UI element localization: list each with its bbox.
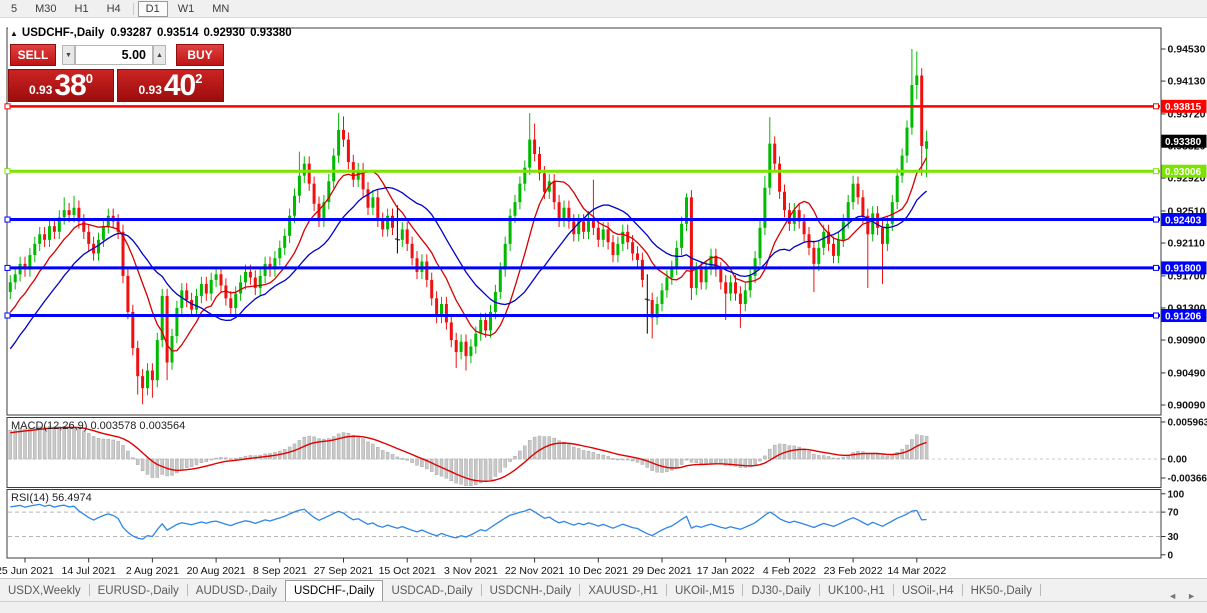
timeframe-m5[interactable]: 5 xyxy=(3,1,25,17)
chart-tab-bar: USDX,Weekly EURUSD-,Daily AUDUSD-,Daily … xyxy=(0,578,1207,601)
order-controls: SELL ▼ ▲ BUY xyxy=(8,43,226,67)
trade-panel: ▲ USDCHF-,Daily 0.93287 0.93514 0.92930 … xyxy=(8,25,292,102)
svg-text:20 Aug 2021: 20 Aug 2021 xyxy=(187,565,246,577)
svg-text:29 Dec 2021: 29 Dec 2021 xyxy=(632,565,692,577)
svg-text:30: 30 xyxy=(1168,532,1180,543)
svg-text:0.92110: 0.92110 xyxy=(1168,238,1206,250)
volume-increase-button[interactable]: ▲ xyxy=(153,45,166,65)
svg-text:4 Feb 2022: 4 Feb 2022 xyxy=(763,565,816,577)
tab-audusd-daily[interactable]: AUDUSD-,Daily xyxy=(188,581,285,601)
tab-usdchf-daily[interactable]: USDCHF-,Daily xyxy=(284,580,384,601)
svg-text:0.93815: 0.93815 xyxy=(1165,102,1202,113)
timeframe-mn[interactable]: MN xyxy=(204,1,237,17)
tab-usdcnh-daily[interactable]: USDCNH-,Daily xyxy=(482,581,580,601)
svg-text:0.91206: 0.91206 xyxy=(1165,311,1202,322)
svg-text:23 Feb 2022: 23 Feb 2022 xyxy=(824,565,883,577)
svg-text:0.94130: 0.94130 xyxy=(1168,76,1206,88)
tab-scroll-right-icon[interactable]: ► xyxy=(1182,591,1201,601)
sell-price-pipette: 0 xyxy=(85,71,93,86)
timeframe-d1[interactable]: D1 xyxy=(137,0,168,17)
svg-text:0.00: 0.00 xyxy=(1168,455,1188,466)
timeframe-h4[interactable]: H4 xyxy=(99,1,129,17)
svg-text:15 Oct 2021: 15 Oct 2021 xyxy=(379,565,436,577)
svg-text:0.90490: 0.90490 xyxy=(1168,367,1206,379)
svg-text:RSI(14) 56.4974: RSI(14) 56.4974 xyxy=(11,492,92,504)
sell-price-digits: 38 xyxy=(54,69,86,102)
svg-text:14 Mar 2022: 14 Mar 2022 xyxy=(887,565,946,577)
tab-dj30-daily[interactable]: DJ30-,Daily xyxy=(743,581,818,601)
svg-text:0.92403: 0.92403 xyxy=(1165,215,1202,226)
tab-scroll-left-icon[interactable]: ◄ xyxy=(1163,591,1182,601)
tab-usoil-h4[interactable]: USOil-,H4 xyxy=(894,581,962,601)
svg-text:0.93380: 0.93380 xyxy=(1165,137,1202,148)
sell-button[interactable]: SELL xyxy=(10,44,56,66)
ohlc-close: 0.93380 xyxy=(250,27,292,39)
svg-text:0.005963: 0.005963 xyxy=(1168,418,1207,429)
svg-text:0.90900: 0.90900 xyxy=(1168,335,1206,347)
svg-text:100: 100 xyxy=(1168,489,1185,500)
price-chart[interactable]: 0.945300.941300.937200.933200.929200.925… xyxy=(0,18,1207,578)
buy-button[interactable]: BUY xyxy=(176,44,224,66)
buy-price-digits: 40 xyxy=(163,69,196,102)
tab-hk50-daily[interactable]: HK50-,Daily xyxy=(963,581,1040,601)
volume-decrease-button[interactable]: ▼ xyxy=(62,45,75,65)
timeframe-toolbar: 5 M30 H1 H4 D1 W1 MN xyxy=(0,0,1207,18)
svg-text:0.94530: 0.94530 xyxy=(1168,44,1206,56)
buy-price-pipette: 2 xyxy=(195,71,203,86)
svg-text:0.90090: 0.90090 xyxy=(1168,399,1206,411)
buy-price-prefix: 0.93 xyxy=(138,83,162,97)
svg-text:25 Jun 2021: 25 Jun 2021 xyxy=(0,565,54,577)
tab-ukoil-m15[interactable]: UKOil-,M15 xyxy=(667,581,742,601)
svg-text:17 Jan 2022: 17 Jan 2022 xyxy=(697,565,755,577)
ohlc-high: 0.93514 xyxy=(156,27,199,39)
tab-xauusd-h1[interactable]: XAUUSD-,H1 xyxy=(580,581,666,601)
svg-text:70: 70 xyxy=(1168,508,1180,519)
svg-text:0.91800: 0.91800 xyxy=(1165,264,1202,275)
chart-symbol-label: USDCHF-,Daily xyxy=(21,27,105,39)
ohlc-low: 0.92930 xyxy=(203,27,246,39)
svg-text:22 Nov 2021: 22 Nov 2021 xyxy=(505,565,565,577)
svg-text:14 Jul 2021: 14 Jul 2021 xyxy=(62,565,116,577)
svg-text:2 Aug 2021: 2 Aug 2021 xyxy=(126,565,179,577)
svg-text:10 Dec 2021: 10 Dec 2021 xyxy=(569,565,629,577)
svg-text:MACD(12,26,9) 0.003578 0.00356: MACD(12,26,9) 0.003578 0.003564 xyxy=(11,420,185,432)
timeframe-h1[interactable]: H1 xyxy=(67,1,97,17)
svg-text:0: 0 xyxy=(1168,550,1174,561)
tab-eurusd-daily[interactable]: EURUSD-,Daily xyxy=(90,581,187,601)
svg-text:27 Sep 2021: 27 Sep 2021 xyxy=(314,565,374,577)
timeframe-w1[interactable]: W1 xyxy=(170,1,203,17)
sell-price-prefix: 0.93 xyxy=(29,83,53,97)
collapse-trade-panel-icon[interactable]: ▲ xyxy=(10,29,18,38)
svg-text:-0.00366: -0.00366 xyxy=(1168,474,1207,485)
bottom-strip xyxy=(0,601,1207,613)
chart-info-line: ▲ USDCHF-,Daily 0.93287 0.93514 0.92930 … xyxy=(8,25,292,41)
tab-uk100-h1[interactable]: UK100-,H1 xyxy=(820,581,893,601)
volume-input[interactable] xyxy=(75,45,153,65)
tab-usdcad-daily[interactable]: USDCAD-,Daily xyxy=(383,581,480,601)
svg-text:3 Nov 2021: 3 Nov 2021 xyxy=(444,565,498,577)
toolbar-divider xyxy=(132,2,134,15)
tab-usdx-weekly[interactable]: USDX,Weekly xyxy=(0,581,89,601)
timeframe-m30[interactable]: M30 xyxy=(27,1,64,17)
svg-text:0.93006: 0.93006 xyxy=(1165,167,1202,178)
svg-text:8 Sep 2021: 8 Sep 2021 xyxy=(253,565,307,577)
quote-buttons: 0.93 38 0 0.93 40 2 xyxy=(8,69,226,102)
buy-price-button[interactable]: 0.93 40 2 xyxy=(117,69,224,102)
ohlc-open: 0.93287 xyxy=(110,27,152,39)
sell-price-button[interactable]: 0.93 38 0 xyxy=(8,69,114,102)
